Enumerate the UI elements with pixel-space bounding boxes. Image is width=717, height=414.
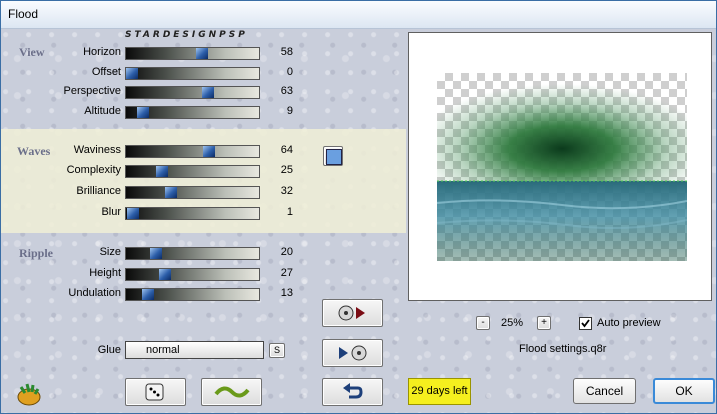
color-swatch <box>326 149 342 165</box>
slider-thumb[interactable] <box>127 208 140 219</box>
slider-thumb[interactable] <box>202 87 215 98</box>
slider-offset[interactable] <box>125 67 260 80</box>
glue-s-button[interactable]: S <box>269 343 285 358</box>
slider-value-waviness[interactable]: 64 <box>263 144 293 156</box>
slider-label-altitude: Altitude <box>84 105 121 117</box>
slider-value-brilliance[interactable]: 32 <box>263 185 293 197</box>
slider-thumb[interactable] <box>136 107 149 118</box>
slider-label-complexity: Complexity <box>66 164 121 176</box>
logo-icon <box>15 381 45 407</box>
slider-label-height: Height <box>89 267 121 279</box>
slider-thumb[interactable] <box>203 146 216 157</box>
slider-horizon[interactable] <box>125 47 260 60</box>
auto-preview-checkbox[interactable] <box>579 317 592 330</box>
slider-label-size: Size <box>99 246 121 258</box>
slider-label-offset: Offset <box>91 66 121 78</box>
wave-button[interactable] <box>201 378 262 406</box>
slider-label-perspective: Perspective <box>63 85 121 97</box>
glue-value: normal <box>146 344 180 356</box>
slider-thumb[interactable] <box>126 68 138 79</box>
trial-days-badge: 29 days left <box>408 378 471 405</box>
save-preset-button[interactable] <box>322 339 383 367</box>
zoom-out-button[interactable]: - <box>476 316 490 330</box>
settings-filename: Flood settings.q8r <box>519 343 607 355</box>
preview-frame <box>408 32 712 301</box>
slider-value-complexity[interactable]: 25 <box>263 164 293 176</box>
ok-button[interactable]: OK <box>653 378 715 404</box>
watermark: STARDESIGNPSP <box>125 30 248 40</box>
slider-label-undulation: Undulation <box>68 287 121 299</box>
slider-waviness[interactable] <box>125 145 260 158</box>
slider-undulation[interactable] <box>125 288 260 301</box>
slider-brilliance[interactable] <box>125 186 260 199</box>
cancel-button[interactable]: Cancel <box>573 378 636 404</box>
slider-label-horizon: Horizon <box>83 46 121 58</box>
flood-dialog: Flood STARDESIGNPSP View Waves Ripple Ho… <box>0 0 717 414</box>
slider-value-size[interactable]: 20 <box>263 246 293 258</box>
slider-perspective[interactable] <box>125 86 260 99</box>
title-bar: Flood <box>1 1 716 29</box>
undo-icon <box>343 383 363 399</box>
checkmark-icon <box>581 319 590 328</box>
slider-value-horizon[interactable]: 58 <box>263 46 293 58</box>
slider-thumb[interactable] <box>156 166 169 177</box>
save-preset-icon <box>339 345 367 361</box>
slider-value-offset[interactable]: 0 <box>263 66 293 78</box>
load-preset-icon <box>338 305 365 321</box>
slider-value-undulation[interactable]: 13 <box>263 287 293 299</box>
slider-size[interactable] <box>125 247 260 260</box>
slider-complexity[interactable] <box>125 165 260 178</box>
slider-value-height[interactable]: 27 <box>263 267 293 279</box>
slider-height[interactable] <box>125 268 260 281</box>
slider-value-blur[interactable]: 1 <box>263 206 293 218</box>
slider-blur[interactable] <box>125 207 260 220</box>
slider-altitude[interactable] <box>125 106 260 119</box>
window-title: Flood <box>8 7 39 21</box>
slider-thumb[interactable] <box>158 269 171 280</box>
zoom-in-label: + <box>541 317 547 328</box>
load-preset-button[interactable] <box>322 299 383 327</box>
slider-value-perspective[interactable]: 63 <box>263 85 293 97</box>
wave-icon <box>214 386 250 398</box>
dice-icon <box>145 383 164 401</box>
glue-dropdown[interactable]: normal <box>125 341 264 359</box>
glue-s-label: S <box>273 345 280 355</box>
color-swatch-button[interactable] <box>323 146 343 166</box>
slider-label-waviness: Waviness <box>73 144 121 156</box>
slider-thumb[interactable] <box>196 48 209 59</box>
preview-image <box>437 73 687 261</box>
random-button[interactable] <box>125 378 186 406</box>
slider-thumb[interactable] <box>150 248 163 259</box>
zoom-out-label: - <box>481 317 485 328</box>
slider-label-brilliance: Brilliance <box>76 185 121 197</box>
glue-label: Glue <box>97 344 121 356</box>
undo-button[interactable] <box>322 378 383 406</box>
zoom-value: 25% <box>501 317 524 329</box>
auto-preview-label: Auto preview <box>597 317 661 329</box>
slider-label-blur: Blur <box>101 206 121 218</box>
slider-value-altitude[interactable]: 9 <box>263 105 293 117</box>
slider-thumb[interactable] <box>164 187 177 198</box>
zoom-in-button[interactable]: + <box>537 316 551 330</box>
slider-thumb[interactable] <box>141 289 154 300</box>
